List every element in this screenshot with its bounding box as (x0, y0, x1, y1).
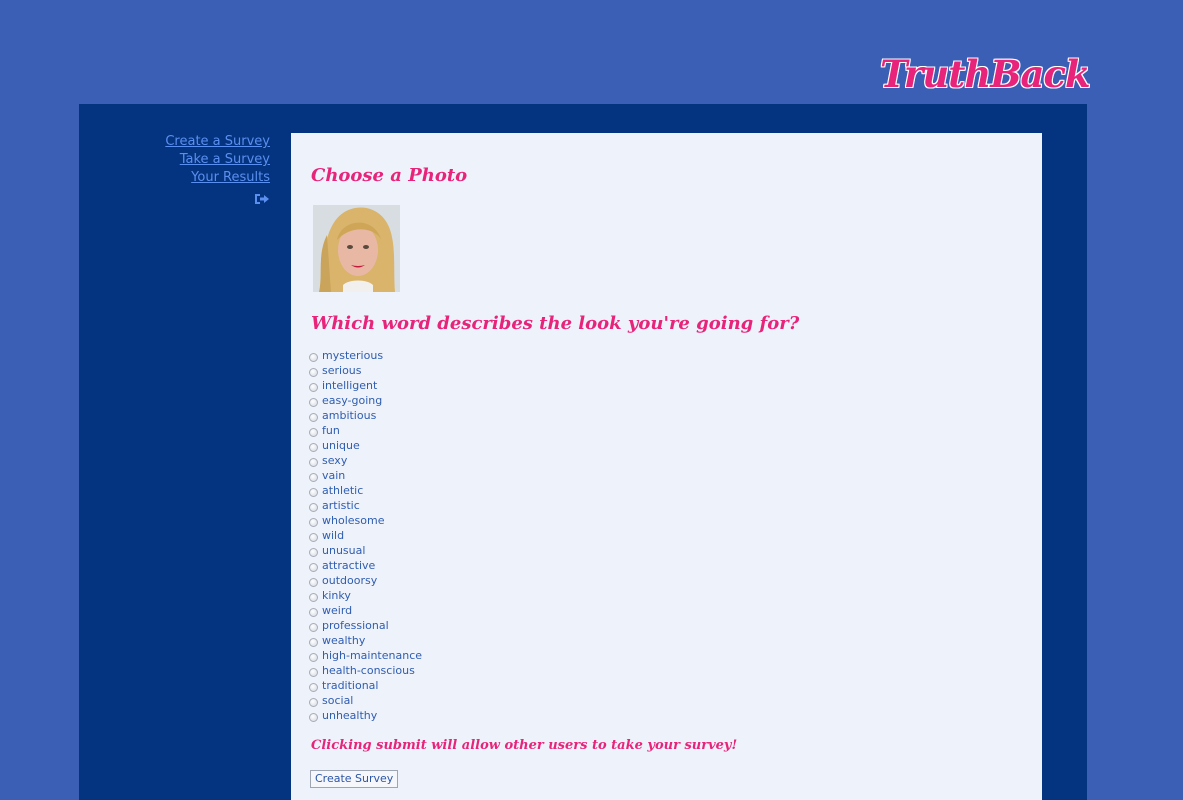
option-label[interactable]: professional (322, 618, 389, 633)
option-label[interactable]: ambitious (322, 408, 376, 423)
look-option-wild[interactable]: wild (309, 528, 422, 543)
option-label[interactable]: athletic (322, 483, 363, 498)
radio-button[interactable] (309, 652, 318, 662)
look-option-weird[interactable]: weird (309, 603, 422, 618)
radio-button[interactable] (309, 712, 318, 722)
look-option-outdoorsy[interactable]: outdoorsy (309, 573, 422, 588)
radio-button[interactable] (309, 382, 318, 392)
look-option-athletic[interactable]: athletic (309, 483, 422, 498)
radio-button[interactable] (309, 442, 318, 452)
sidebar-nav: Create a Survey Take a Survey Your Resul… (120, 133, 270, 209)
radio-button[interactable] (309, 667, 318, 677)
option-label[interactable]: high-maintenance (322, 648, 422, 663)
look-option-ambitious[interactable]: ambitious (309, 408, 422, 423)
option-label[interactable]: wealthy (322, 633, 365, 648)
look-options-list: mysterious serious intelligent easy-going am… (309, 348, 422, 723)
radio-button[interactable] (309, 427, 318, 437)
look-option-unhealthy[interactable]: unhealthy (309, 708, 422, 723)
radio-button[interactable] (309, 367, 318, 377)
option-label[interactable]: easy-going (322, 393, 382, 408)
profile-photo-thumbnail[interactable] (313, 205, 400, 292)
look-question-heading: Which word describes the look you're goi… (311, 313, 800, 334)
radio-button[interactable] (309, 607, 318, 617)
option-label[interactable]: kinky (322, 588, 351, 603)
look-option-serious[interactable]: serious (309, 363, 422, 378)
look-option-artistic[interactable]: artistic (309, 498, 422, 513)
option-label[interactable]: unique (322, 438, 360, 453)
radio-button[interactable] (309, 352, 318, 362)
sign-out-icon[interactable] (254, 190, 270, 204)
radio-button[interactable] (309, 562, 318, 572)
look-option-mysterious[interactable]: mysterious (309, 348, 422, 363)
look-option-wealthy[interactable]: wealthy (309, 633, 422, 648)
option-label[interactable]: vain (322, 468, 345, 483)
option-label[interactable]: unhealthy (322, 708, 377, 723)
look-option-health-conscious[interactable]: health-conscious (309, 663, 422, 678)
option-label[interactable]: sexy (322, 453, 347, 468)
radio-button[interactable] (309, 532, 318, 542)
submit-notice: Clicking submit will allow other users t… (311, 738, 738, 753)
option-label[interactable]: artistic (322, 498, 360, 513)
look-option-sexy[interactable]: sexy (309, 453, 422, 468)
look-option-wholesome[interactable]: wholesome (309, 513, 422, 528)
look-option-fun[interactable]: fun (309, 423, 422, 438)
radio-button[interactable] (309, 637, 318, 647)
radio-button[interactable] (309, 472, 318, 482)
radio-button[interactable] (309, 622, 318, 632)
radio-button[interactable] (309, 577, 318, 587)
look-option-intelligent[interactable]: intelligent (309, 378, 422, 393)
radio-button[interactable] (309, 487, 318, 497)
option-label[interactable]: serious (322, 363, 362, 378)
option-label[interactable]: traditional (322, 678, 378, 693)
radio-button[interactable] (309, 547, 318, 557)
radio-button[interactable] (309, 397, 318, 407)
radio-button[interactable] (309, 502, 318, 512)
create-survey-button[interactable]: Create Survey (310, 770, 399, 788)
option-label[interactable]: unusual (322, 543, 365, 558)
radio-button[interactable] (309, 457, 318, 467)
radio-button[interactable] (309, 682, 318, 692)
radio-button[interactable] (309, 592, 318, 602)
truthback-logo[interactable]: TruthBack (880, 52, 1091, 96)
radio-button[interactable] (309, 412, 318, 422)
choose-photo-heading: Choose a Photo (311, 165, 468, 186)
option-label[interactable]: mysterious (322, 348, 383, 363)
look-option-easy-going[interactable]: easy-going (309, 393, 422, 408)
option-label[interactable]: fun (322, 423, 340, 438)
look-option-social[interactable]: social (309, 693, 422, 708)
look-option-professional[interactable]: professional (309, 618, 422, 633)
look-option-unusual[interactable]: unusual (309, 543, 422, 558)
look-option-traditional[interactable]: traditional (309, 678, 422, 693)
option-label[interactable]: intelligent (322, 378, 377, 393)
radio-button[interactable] (309, 697, 318, 707)
look-option-vain[interactable]: vain (309, 468, 422, 483)
look-option-attractive[interactable]: attractive (309, 558, 422, 573)
look-option-unique[interactable]: unique (309, 438, 422, 453)
look-option-kinky[interactable]: kinky (309, 588, 422, 603)
nav-create-survey-link[interactable]: Create a Survey (120, 133, 270, 151)
option-label[interactable]: weird (322, 603, 352, 618)
radio-button[interactable] (309, 517, 318, 527)
nav-take-survey-link[interactable]: Take a Survey (120, 151, 270, 169)
option-label[interactable]: wholesome (322, 513, 384, 528)
nav-your-results-link[interactable]: Your Results (120, 169, 270, 187)
option-label[interactable]: health-conscious (322, 663, 415, 678)
look-option-high-maintenance[interactable]: high-maintenance (309, 648, 422, 663)
option-label[interactable]: outdoorsy (322, 573, 377, 588)
survey-form-panel: Choose a Photo Which word describes the … (291, 133, 1042, 800)
option-label[interactable]: wild (322, 528, 344, 543)
option-label[interactable]: social (322, 693, 353, 708)
option-label[interactable]: attractive (322, 558, 375, 573)
